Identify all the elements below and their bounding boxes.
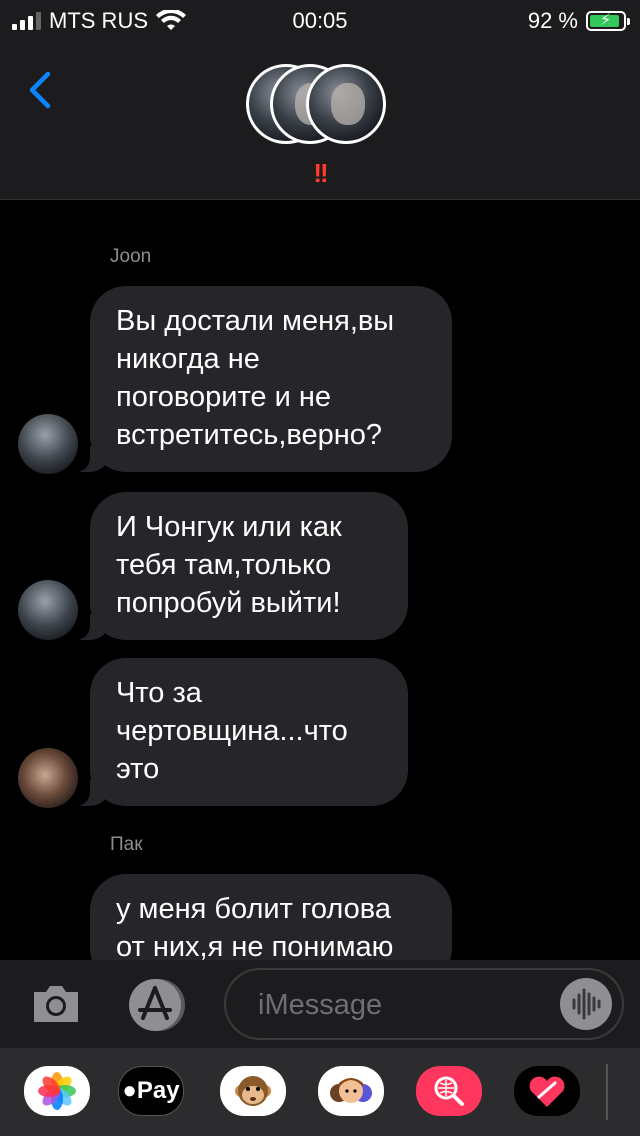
charging-bolt-icon: ⚡ [600,12,612,29]
input-bar [0,960,640,1048]
group-avatar-stack[interactable] [246,64,396,150]
message-text: у меня болит голова от них,я не понимаю [116,893,394,960]
message-input[interactable] [256,984,550,1026]
battery-percent: 92 % [527,8,578,33]
avatar[interactable] [18,414,78,474]
audio-waveform-icon[interactable] [560,978,612,1030]
apple-pay-app-icon[interactable]: ● Pay [118,1066,184,1116]
message-text: Что за чертовщина...что это [116,677,348,785]
apple-logo-icon: ● [122,1077,137,1104]
avatar[interactable] [18,748,78,808]
app-store-icon[interactable] [126,978,188,1032]
status-right: 92 % ⚡ [527,8,630,34]
group-avatar [306,64,386,144]
camera-icon[interactable] [30,980,82,1026]
message-bubble[interactable]: И Чонгук или как тебя там,только попробу… [70,492,408,640]
message-text: Вы достали меня,вы никогда не поговорите… [116,305,395,451]
app-drawer: ● Pay [0,1048,640,1136]
sender-name: Пак [110,834,143,855]
message-field[interactable] [224,968,624,1040]
message-text: И Чонгук или как тебя там,только попробу… [116,511,342,619]
conversation-header: !! [0,40,640,200]
alert-icon: !! [313,158,328,188]
memoji-app-icon[interactable] [318,1066,384,1116]
message-thread[interactable]: Joon Вы достали меня,вы никогда не погов… [0,200,640,960]
message-bubble[interactable]: у меня болит голова от них,я не понимаю [90,874,452,960]
digital-touch-app-icon[interactable] [514,1066,580,1116]
battery-icon: ⚡ [586,11,630,31]
apple-pay-label: Pay [136,1077,180,1104]
drawer-divider [606,1064,608,1120]
animoji-app-icon[interactable] [220,1066,286,1116]
back-chevron-icon[interactable] [22,68,58,112]
avatar[interactable] [18,580,78,640]
image-search-app-icon[interactable] [416,1066,482,1116]
photos-app-icon[interactable] [24,1066,90,1116]
message-bubble[interactable]: Вы достали меня,вы никогда не поговорите… [70,286,452,472]
sender-name: Joon [110,246,152,267]
status-bar: MTS RUS 00:05 92 % ⚡ [0,0,640,40]
message-bubble[interactable]: Что за чертовщина...что это [70,658,408,806]
